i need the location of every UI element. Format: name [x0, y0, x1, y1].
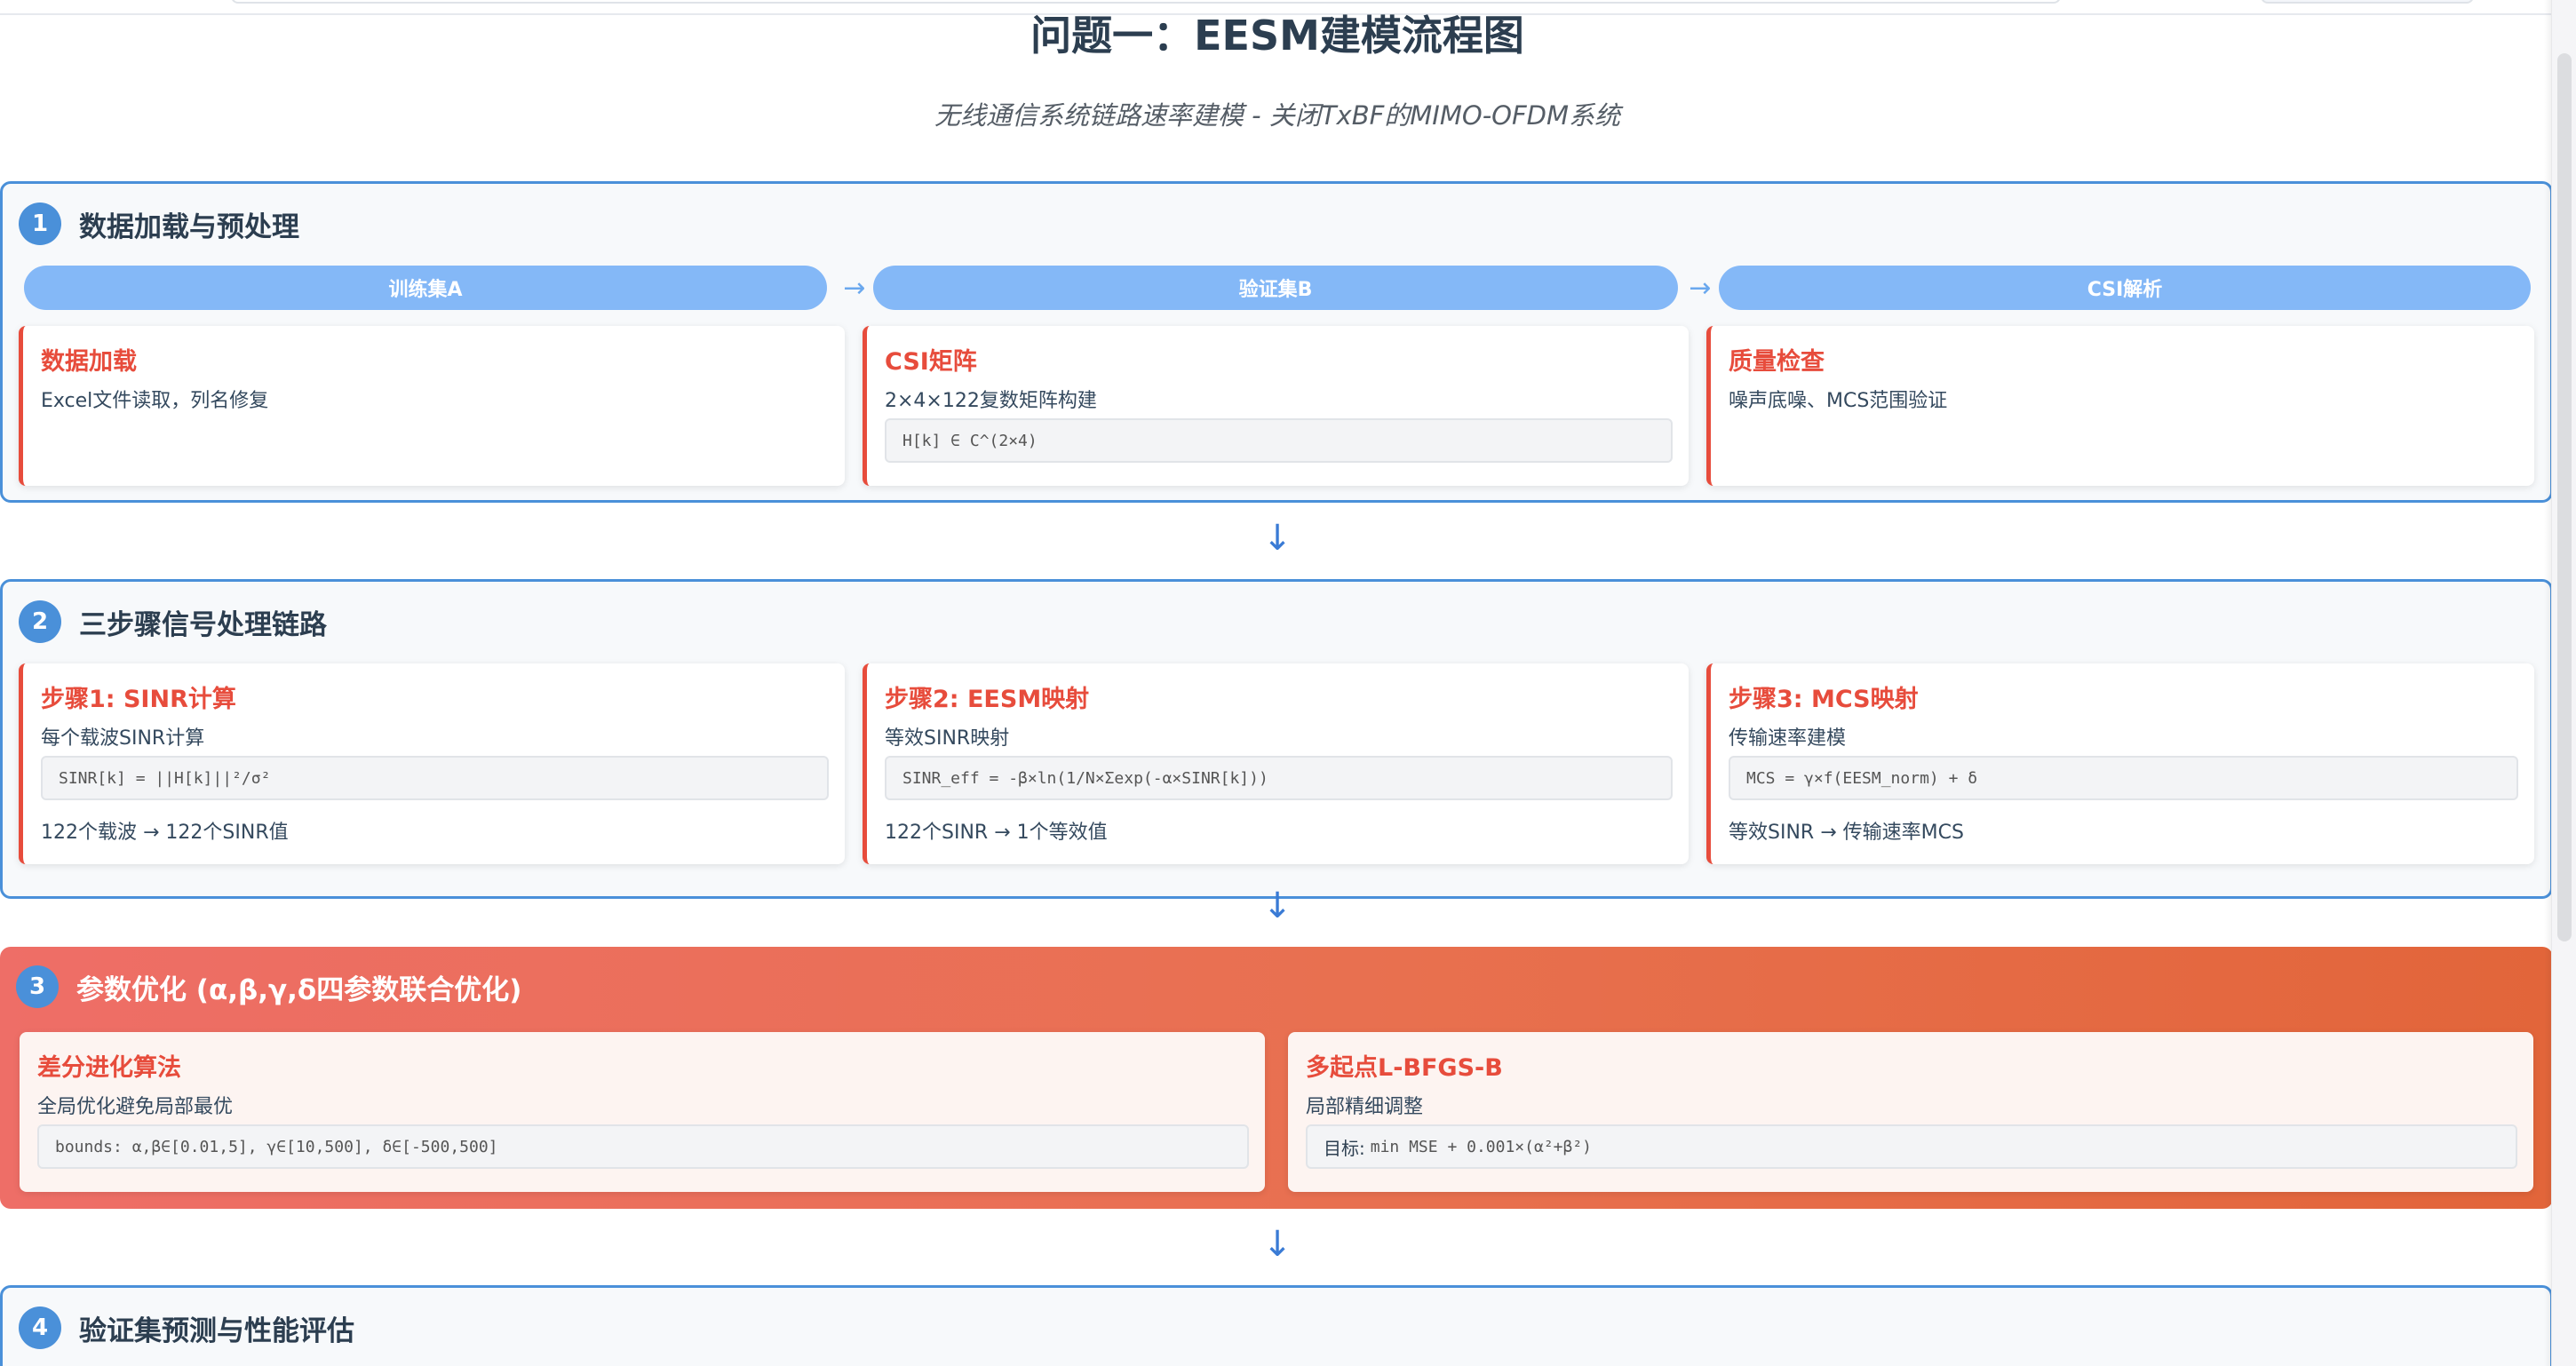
section-header: 2 三步骤信号处理链路: [19, 600, 327, 644]
dataset-pills: 训练集A → 验证集B → CSI解析: [24, 266, 2531, 310]
card-title: 多起点L-BFGS-B: [1306, 1054, 1503, 1082]
section-data-loading: 1 数据加载与预处理 训练集A → 验证集B → CSI解析 数据加载 Exce…: [0, 181, 2553, 503]
card-description: 每个载波SINR计算: [41, 727, 205, 750]
section-title: 参数优化 (α,β,γ,δ四参数联合优化): [76, 973, 522, 1006]
top-bar-search-field[interactable]: [231, 0, 2061, 4]
card-footnote: 122个载波 → 122个SINR值: [41, 822, 289, 844]
card-footnote: 等效SINR → 传输速率MCS: [1729, 822, 1964, 844]
card-data-loading: 数据加载 Excel文件读取，列名修复: [19, 326, 845, 486]
card-description: 传输速率建模: [1729, 727, 1847, 750]
card-description: 局部精细调整: [1306, 1096, 1424, 1118]
card-eesm-mapping: 步骤2: EESM映射 等效SINR映射 SINR_eff = -β×ln(1/…: [863, 663, 1689, 864]
formula-box: 目标: min MSE + 0.001×(α²+β²): [1306, 1124, 2517, 1169]
section-header: 1 数据加载与预处理: [19, 202, 299, 246]
formula-box: H[k] ∈ C^(2×4): [885, 418, 1673, 463]
step-number-badge: 2: [19, 600, 61, 643]
page: 问题一：EESM建模流程图 无线通信系统链路速率建模 - 关闭TxBF的MIMO…: [0, 0, 2576, 1366]
card-lbfgsb: 多起点L-BFGS-B 局部精细调整 目标: min MSE + 0.001×(…: [1288, 1032, 2533, 1192]
card-description: 等效SINR映射: [885, 727, 1010, 750]
card-title: 步骤1: SINR计算: [41, 686, 236, 713]
card-description: 全局优化避免局部最优: [37, 1096, 234, 1118]
down-arrow-icon: ↓: [1262, 1224, 1292, 1265]
down-arrow-icon: ↓: [1262, 518, 1292, 559]
card-title: 步骤3: MCS映射: [1729, 686, 1919, 713]
formula-box: SINR[k] = ||H[k]||²/σ²: [41, 756, 829, 800]
pill-csi-parsing: CSI解析: [1719, 266, 2531, 310]
section-parameter-optimization: 3 参数优化 (α,β,γ,δ四参数联合优化) 差分进化算法 全局优化避免局部最…: [0, 947, 2553, 1209]
edge-shadow: [2544, 0, 2551, 1366]
step-number-badge: 4: [19, 1306, 61, 1349]
section-title: 数据加载与预处理: [79, 210, 299, 243]
section-header: 3 参数优化 (α,β,γ,δ四参数联合优化): [16, 965, 521, 1009]
card-quality-check: 质量检查 噪声底噪、MCS范围验证: [1706, 326, 2534, 486]
down-arrow-icon: ↓: [1262, 886, 1292, 926]
section-title: 验证集预测与性能评估: [79, 1314, 354, 1347]
right-arrow-icon: →: [1689, 272, 1712, 304]
vertical-scrollbar[interactable]: [2551, 0, 2576, 1366]
formula-box: bounds: α,β∈[0.01,5], γ∈[10,500], δ∈[-50…: [37, 1124, 1249, 1169]
card-title: 步骤2: EESM映射: [885, 686, 1090, 713]
page-title: 问题一：EESM建模流程图: [1030, 12, 1524, 60]
scrollbar-thumb[interactable]: [2557, 53, 2572, 941]
card-footnote: 122个SINR → 1个等效值: [885, 822, 1108, 844]
formula-box: SINR_eff = -β×ln(1/N×Σexp(-α×SINR[k])): [885, 756, 1673, 800]
card-csi-matrix: CSI矩阵 2×4×122复数矩阵构建 H[k] ∈ C^(2×4): [863, 326, 1689, 486]
card-title: 质量检查: [1729, 348, 1825, 376]
card-title: 差分进化算法: [37, 1054, 181, 1082]
card-description: Excel文件读取，列名修复: [41, 390, 269, 412]
section-title: 三步骤信号处理链路: [79, 608, 327, 641]
card-title: CSI矩阵: [885, 348, 977, 376]
card-differential-evolution: 差分进化算法 全局优化避免局部最优 bounds: α,β∈[0.01,5], …: [20, 1032, 1265, 1192]
top-bar-button[interactable]: [2261, 0, 2474, 4]
card-sinr-calc: 步骤1: SINR计算 每个载波SINR计算 SINR[k] = ||H[k]|…: [19, 663, 845, 864]
page-subtitle: 无线通信系统链路速率建模 - 关闭TxBF的MIMO-OFDM系统: [934, 100, 1621, 131]
section-signal-chain: 2 三步骤信号处理链路 步骤1: SINR计算 每个载波SINR计算 SINR[…: [0, 579, 2553, 899]
card-title: 数据加载: [41, 348, 137, 376]
card-description: 噪声底噪、MCS范围验证: [1729, 390, 1948, 412]
formula-label: 目标:: [1324, 1137, 1365, 1159]
card-description: 2×4×122复数矩阵构建: [885, 390, 1097, 412]
right-arrow-icon: →: [843, 272, 866, 304]
pill-training-set: 训练集A: [24, 266, 827, 310]
formula-text: min MSE + 0.001×(α²+β²): [1370, 1137, 1592, 1156]
step-number-badge: 1: [19, 203, 61, 245]
formula-box: MCS = γ×f(EESM_norm) + δ: [1729, 756, 2518, 800]
card-mcs-mapping: 步骤3: MCS映射 传输速率建模 MCS = γ×f(EESM_norm) +…: [1706, 663, 2534, 864]
section-validation: 4 验证集预测与性能评估: [0, 1285, 2553, 1366]
step-number-badge: 3: [16, 965, 59, 1008]
section-header: 4 验证集预测与性能评估: [19, 1306, 354, 1350]
pill-validation-set: 验证集B: [873, 266, 1678, 310]
